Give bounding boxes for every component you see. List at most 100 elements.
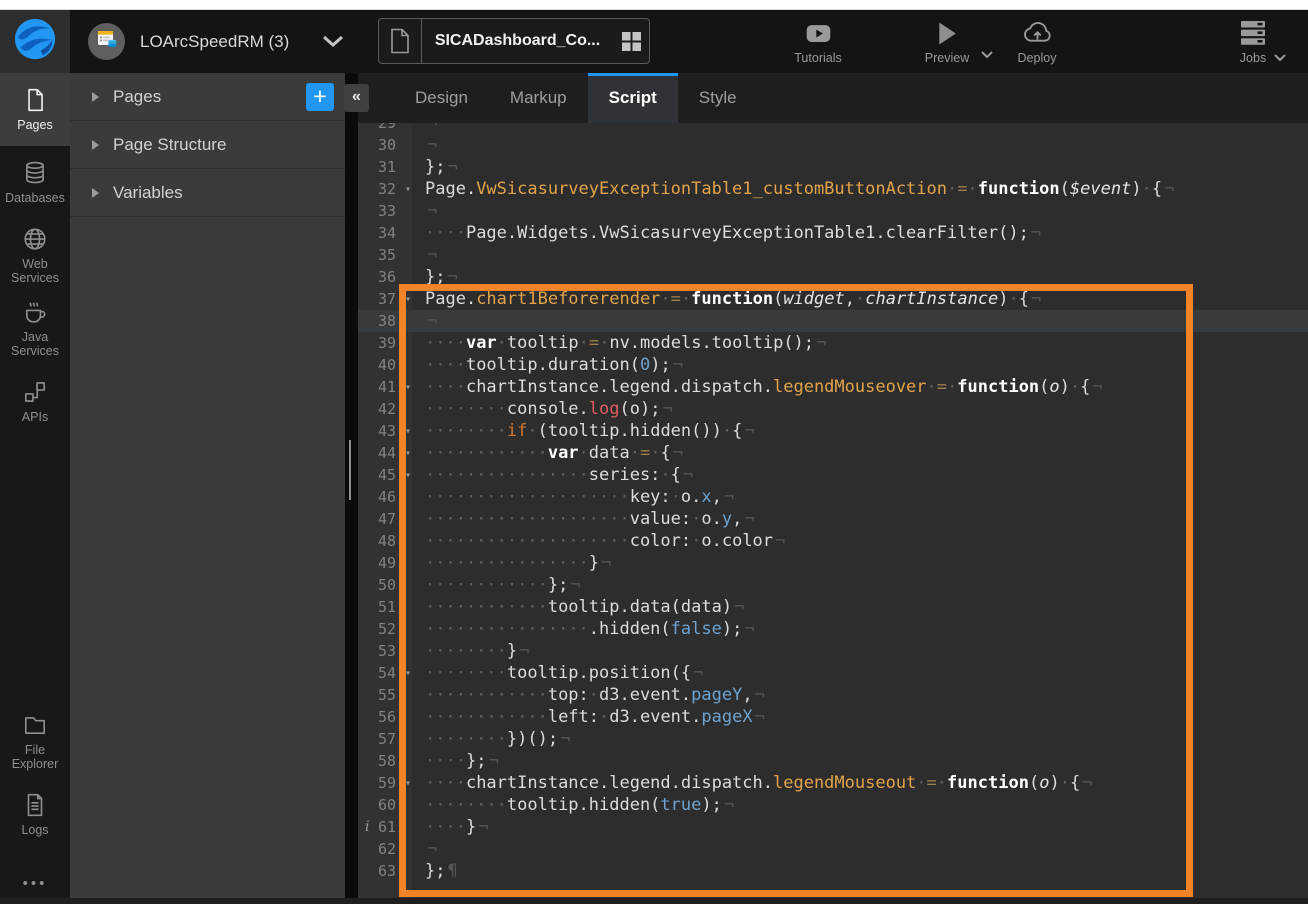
collapse-panel-button[interactable]: « (344, 84, 369, 112)
code-line[interactable]: 42········console.log(o);¬ (358, 398, 1308, 420)
fold-arrow-icon[interactable]: ▾ (405, 289, 411, 311)
gutter-cell: 56 (358, 706, 412, 728)
code-line[interactable]: 54▾········tooltip.position({¬ (358, 662, 1308, 684)
database-icon (22, 160, 48, 186)
code-line[interactable]: 59▾····chartInstance.legend.dispatch.leg… (358, 772, 1308, 794)
panel-scrollbar[interactable] (349, 440, 351, 500)
code-line[interactable]: 43▾········if·(tooltip.hidden())·{¬ (358, 420, 1308, 442)
tab-script[interactable]: Script (588, 73, 678, 123)
preview-button[interactable]: Preview (905, 17, 989, 65)
preview-label: Preview (925, 51, 969, 65)
line-number: 40 (378, 356, 396, 374)
code-line[interactable]: 44▾············var·data·=·{¬ (358, 442, 1308, 464)
code-line[interactable]: 33¬ (358, 200, 1308, 222)
code-token: ········ (425, 729, 507, 749)
fold-arrow-icon[interactable]: ▾ (405, 663, 411, 685)
expand-arrow-icon[interactable] (92, 188, 99, 198)
code-token: ¬ (691, 663, 703, 683)
page-switcher-grid-icon[interactable] (613, 32, 649, 51)
project-chevron-down-icon[interactable] (322, 35, 344, 53)
sidebar-item-file-explorer[interactable]: File Explorer (0, 705, 70, 778)
code-editor[interactable]: 29¬30¬31};¬32▾Page.VwSicasurveyException… (358, 123, 1308, 904)
line-number: 53 (378, 642, 396, 660)
code-line[interactable]: 57········})();¬ (358, 728, 1308, 750)
expand-arrow-icon[interactable] (92, 140, 99, 150)
fold-arrow-icon[interactable]: ▾ (405, 465, 411, 487)
sidebar-item-pages[interactable]: Pages (0, 73, 70, 146)
code-token: · (968, 179, 978, 199)
deploy-button[interactable]: Deploy (995, 17, 1079, 65)
code-line[interactable]: 30¬ (358, 134, 1308, 156)
code-line[interactable]: 45▾················series:·{¬ (358, 464, 1308, 486)
code-line[interactable]: 37▾Page.chart1Beforerender·=·function(wi… (358, 288, 1308, 310)
code-line[interactable]: 56············left:·d3.event.pageX¬ (358, 706, 1308, 728)
code-token: ¬ (425, 123, 437, 133)
code-line[interactable]: i61····}¬ (358, 816, 1308, 838)
fold-arrow-icon[interactable]: ▾ (405, 377, 411, 399)
fold-arrow-icon[interactable]: ▾ (405, 421, 411, 443)
code-line[interactable]: 41▾····chartInstance.legend.dispatch.leg… (358, 376, 1308, 398)
panel-section-page-structure[interactable]: Page Structure (70, 121, 345, 169)
code-line[interactable]: 40····tooltip.duration(0);¬ (358, 354, 1308, 376)
panel-section-pages[interactable]: Pages+ (70, 73, 345, 121)
code-line[interactable]: 36};¬ (358, 266, 1308, 288)
code-line[interactable]: 32▾Page.VwSicasurveyExceptionTable1_cust… (358, 178, 1308, 200)
fold-arrow-icon[interactable]: ▾ (405, 443, 411, 465)
code-token: ¬ (1162, 179, 1174, 199)
sidebar-item-apis[interactable]: APIs (0, 365, 70, 438)
code-token: · (630, 443, 640, 463)
tab-markup[interactable]: Markup (489, 73, 588, 123)
fold-arrow-icon[interactable]: ▾ (405, 179, 411, 201)
cloud-upload-icon (1022, 17, 1053, 49)
line-number: 32 (378, 180, 396, 198)
gutter-cell: 41▾ (358, 376, 412, 398)
code-line[interactable]: 29 ¬ (358, 123, 1308, 134)
code-line[interactable]: 62¬ (358, 838, 1308, 860)
code-line[interactable]: 52················.hidden(false);¬ (358, 618, 1308, 640)
code-line[interactable]: 31};¬ (358, 156, 1308, 178)
code-line[interactable]: 63};¶ (358, 860, 1308, 882)
artifacts-button[interactable]: Art (1288, 17, 1308, 65)
code-line[interactable]: 34····Page.Widgets.VwSicasurveyException… (358, 222, 1308, 244)
sidebar-item-java-services[interactable]: Java Services (0, 292, 70, 365)
jobs-chevron-down-icon[interactable] (1273, 49, 1287, 67)
sidebar-item-logs[interactable]: Logs (0, 778, 70, 851)
expand-arrow-icon[interactable] (92, 92, 99, 102)
code-token: .hidden( (589, 619, 671, 639)
code-token: · (1070, 377, 1080, 397)
code-line[interactable]: 38¬ (358, 310, 1308, 332)
gutter-cell: 29 (358, 123, 412, 134)
project-avatar[interactable] (88, 23, 125, 60)
tutorials-button[interactable]: Tutorials (776, 17, 860, 65)
fold-arrow-icon[interactable]: ▾ (405, 773, 411, 795)
app-logo[interactable] (0, 10, 70, 73)
code-token: ( (1060, 179, 1070, 199)
tab-design[interactable]: Design (394, 73, 489, 123)
code-line[interactable]: 46····················key:·o.x,¬ (358, 486, 1308, 508)
code-line[interactable]: 35¬ (358, 244, 1308, 266)
code-line[interactable]: 51············tooltip.data(data)¬ (358, 596, 1308, 618)
code-line[interactable]: 48····················color:·o.color¬ (358, 530, 1308, 552)
code-line[interactable]: 55············top:·d3.event.pageY,¬ (358, 684, 1308, 706)
code-line[interactable]: 58····};¬ (358, 750, 1308, 772)
code-line[interactable]: 39····var·tooltip·=·nv.models.tooltip();… (358, 332, 1308, 354)
more-options-button[interactable]: ••• (0, 875, 70, 892)
add-page-button[interactable]: + (306, 83, 334, 111)
sidebar-item-databases[interactable]: Databases (0, 146, 70, 219)
code-line[interactable]: 60········tooltip.hidden(true);¬ (358, 794, 1308, 816)
code-text: ············var·data·=·{¬ (412, 442, 683, 464)
tab-style[interactable]: Style (678, 73, 758, 123)
code-line[interactable]: 50············};¬ (358, 574, 1308, 596)
code-token: ¬ (517, 641, 529, 661)
code-line[interactable]: 47····················value:·o.y,¬ (358, 508, 1308, 530)
code-line[interactable]: 53········}¬ (358, 640, 1308, 662)
code-token: { (1080, 377, 1090, 397)
sidebar-item-label: Java Services (3, 330, 67, 359)
page-selector[interactable]: SICADashboard_Co... (378, 18, 650, 64)
current-page-name[interactable]: SICADashboard_Co... (422, 32, 613, 50)
preview-chevron-down-icon[interactable] (980, 46, 994, 64)
sidebar-item-web-services[interactable]: Web Services (0, 219, 70, 292)
code-line[interactable]: 49················}¬ (358, 552, 1308, 574)
project-name[interactable]: LOArcSpeedRM (3) (140, 10, 289, 73)
panel-section-variables[interactable]: Variables (70, 169, 345, 217)
